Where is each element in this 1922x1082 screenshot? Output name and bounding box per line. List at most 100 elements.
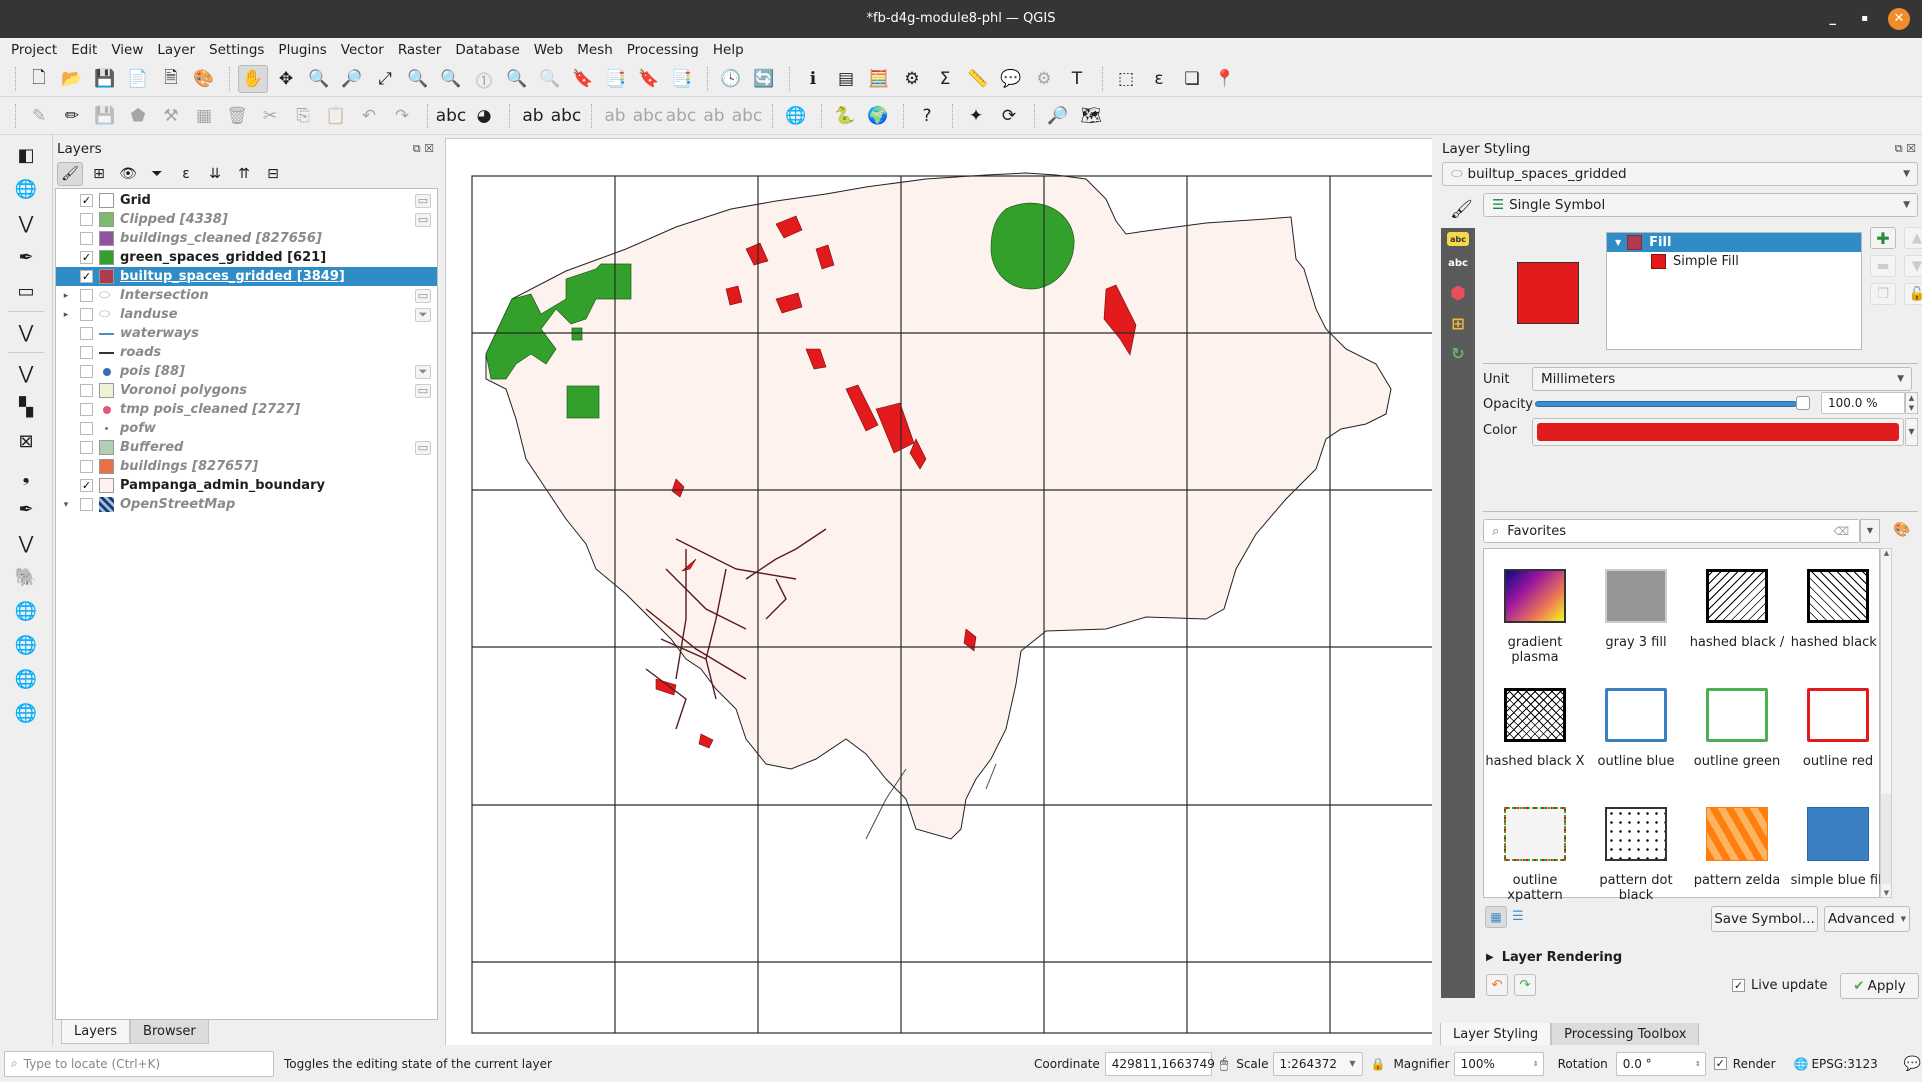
opacity-spinner[interactable]: ▲ ▼ — [1905, 392, 1918, 414]
layer-item[interactable]: Voronoi polygons ▭ — [56, 381, 437, 400]
undo-style-button[interactable]: ↶ — [1486, 974, 1508, 996]
masks-tab-icon[interactable]: abc — [1444, 250, 1472, 276]
layer-visibility-checkbox[interactable]: ✓ — [80, 270, 93, 283]
expand-all-icon[interactable]: ⇊ — [202, 162, 228, 186]
new-print-layout-icon[interactable]: 📄 — [123, 65, 153, 93]
add-mesh-layer-icon[interactable]: ⊠ — [8, 427, 44, 455]
style-panel-icon[interactable]: 🖌 — [57, 162, 83, 186]
zoom-out-icon[interactable]: 🔎 — [337, 65, 367, 93]
add-postgis-icon[interactable]: 🐘 — [8, 563, 44, 591]
select-by-expression-icon[interactable]: ε — [1144, 65, 1174, 93]
menu-mesh[interactable]: Mesh — [570, 42, 620, 58]
layer-visibility-checkbox[interactable] — [80, 441, 93, 454]
vertex-tool-icon[interactable]: ⚒ — [156, 102, 186, 130]
processing-toolbox-icon[interactable]: ⚙ — [897, 65, 927, 93]
zoom-native-icon[interactable]: ⓵ — [469, 65, 499, 93]
clear-search-icon[interactable]: ⌫ — [1833, 525, 1849, 538]
layer-visibility-checkbox[interactable] — [80, 213, 93, 226]
collapse-all-icon[interactable]: ⇈ — [231, 162, 257, 186]
layer-visibility-checkbox[interactable] — [80, 346, 93, 359]
select-by-location-icon[interactable]: 📍 — [1210, 65, 1240, 93]
new-project-icon[interactable]: 🗋 — [24, 65, 54, 93]
tab-browser[interactable]: Browser — [130, 1020, 209, 1044]
zoom-in-icon[interactable]: 🔍 — [304, 65, 334, 93]
symbology-brush-icon[interactable]: 🖌 — [1450, 199, 1473, 220]
float-panel-icon[interactable]: ⧉ — [1895, 142, 1903, 155]
spinner-icon[interactable]: ⇕ — [1533, 1060, 1539, 1068]
identify-icon[interactable]: ℹ — [798, 65, 828, 93]
menu-view[interactable]: View — [104, 42, 150, 58]
favorite-symbol[interactable]: outline green — [1687, 688, 1787, 769]
labels-tab-icon[interactable]: abc — [1447, 232, 1469, 246]
menu-project[interactable]: Project — [4, 42, 64, 58]
paste-features-icon[interactable]: 📋 — [321, 102, 351, 130]
favorite-symbol[interactable]: outline xpattern — [1485, 807, 1585, 903]
layer-item[interactable]: Clipped [4338] ▭ — [56, 210, 437, 229]
menu-web[interactable]: Web — [527, 42, 570, 58]
map-canvas[interactable] — [445, 138, 1434, 1045]
layer-visibility-checkbox[interactable] — [80, 327, 93, 340]
style-manager-icon[interactable]: 🎨 — [189, 65, 219, 93]
spinner-icon[interactable]: ⇕ — [1695, 1060, 1701, 1068]
favorite-symbol[interactable]: gradient plasma — [1485, 569, 1585, 665]
favorite-symbol[interactable]: outline red — [1788, 688, 1888, 769]
layer-item[interactable]: tmp pois_cleaned [2727] — [56, 400, 437, 419]
delete-selected-icon[interactable]: 🗑 — [222, 102, 252, 130]
crs-globe-icon[interactable]: 🌐 — [1794, 1057, 1809, 1071]
favorite-symbol[interactable]: outline blue — [1586, 688, 1686, 769]
table-refresh-icon[interactable]: ⟳ — [994, 102, 1024, 130]
history-tab-icon[interactable]: ↻ — [1444, 340, 1472, 366]
python-console-icon[interactable]: 🐍 — [830, 102, 860, 130]
attribute-table-icon[interactable]: ▤ — [831, 65, 861, 93]
menu-processing[interactable]: Processing — [620, 42, 706, 58]
refresh-icon[interactable]: 🔄 — [749, 65, 779, 93]
messages-icon[interactable]: 💬 — [1904, 1056, 1921, 1072]
add-virtual-layer-icon[interactable]: ⋁ — [8, 529, 44, 557]
text-annotation-icon[interactable]: T — [1062, 65, 1092, 93]
filter-icon[interactable]: ⏷ — [415, 364, 431, 379]
layer-item[interactable]: ✓ Pampanga_admin_boundary — [56, 476, 437, 495]
menu-settings[interactable]: Settings — [202, 42, 271, 58]
style-manager-icon[interactable]: 🎨 — [1893, 522, 1910, 538]
show-bookmarks-icon[interactable]: 📑 — [601, 65, 631, 93]
lock-color-button[interactable]: 🔓 — [1904, 283, 1922, 305]
digitize-icon[interactable]: ⬟ — [123, 102, 153, 130]
pan-icon[interactable]: ✋ — [238, 65, 268, 93]
highlight-pinned-icon[interactable]: ab — [600, 102, 630, 130]
layout-manager-icon[interactable]: 🗎 — [156, 65, 186, 93]
expand-arrow-icon[interactable]: ▸ — [56, 310, 76, 320]
data-source-manager-icon[interactable]: ◧ — [8, 141, 44, 169]
3d-view-tab-icon[interactable]: ⬢ — [1444, 280, 1472, 306]
minimize-button[interactable]: _ — [1830, 0, 1837, 38]
favorite-symbol[interactable]: hashed black / — [1687, 569, 1787, 650]
copy-features-icon[interactable]: ⎘ — [288, 102, 318, 130]
rotate-label-icon[interactable]: ab — [699, 102, 729, 130]
favorite-symbol[interactable]: simple blue fill — [1788, 807, 1888, 888]
filter-legend-icon[interactable]: ⏷ — [144, 162, 170, 186]
float-panel-icon[interactable]: ⧉ — [413, 142, 421, 155]
favorite-symbol[interactable]: hashed black \ — [1788, 569, 1888, 650]
georeferencer-icon[interactable]: ✦ — [961, 102, 991, 130]
measure-icon[interactable]: 📏 — [963, 65, 993, 93]
menu-vector[interactable]: Vector — [334, 42, 391, 58]
favorite-symbol[interactable]: gray 3 fill — [1586, 569, 1686, 650]
lock-scale-icon[interactable]: 🔒 — [1371, 1057, 1386, 1071]
list-view-button[interactable]: ☰ — [1512, 909, 1524, 924]
scroll-thumb[interactable] — [1881, 794, 1891, 884]
apply-button[interactable]: ✔ Apply — [1840, 973, 1919, 999]
scroll-down-icon[interactable]: ▼ — [1882, 889, 1891, 897]
deselect-icon[interactable]: ❏ — [1177, 65, 1207, 93]
tab-layers[interactable]: Layers — [61, 1020, 131, 1044]
symbol-tree-child[interactable]: Simple Fill — [1607, 252, 1861, 271]
renderer-selector[interactable]: ☰ Single Symbol ▼ — [1483, 193, 1918, 217]
zoom-last-icon[interactable]: 🔍 — [502, 65, 532, 93]
tab-layer-styling[interactable]: Layer Styling — [1440, 1023, 1552, 1047]
color-button[interactable] — [1532, 418, 1904, 446]
add-xyz-icon[interactable]: 🌐 — [8, 631, 44, 659]
opacity-input[interactable]: 100.0 % — [1821, 392, 1905, 414]
remove-layer-icon[interactable]: ⊟ — [260, 162, 286, 186]
globe-icon[interactable]: 🌍 — [863, 102, 893, 130]
favorite-symbol[interactable]: pattern zelda — [1687, 807, 1787, 888]
save-edits-icon[interactable]: 💾 — [90, 102, 120, 130]
add-group-icon[interactable]: ⊞ — [86, 162, 112, 186]
